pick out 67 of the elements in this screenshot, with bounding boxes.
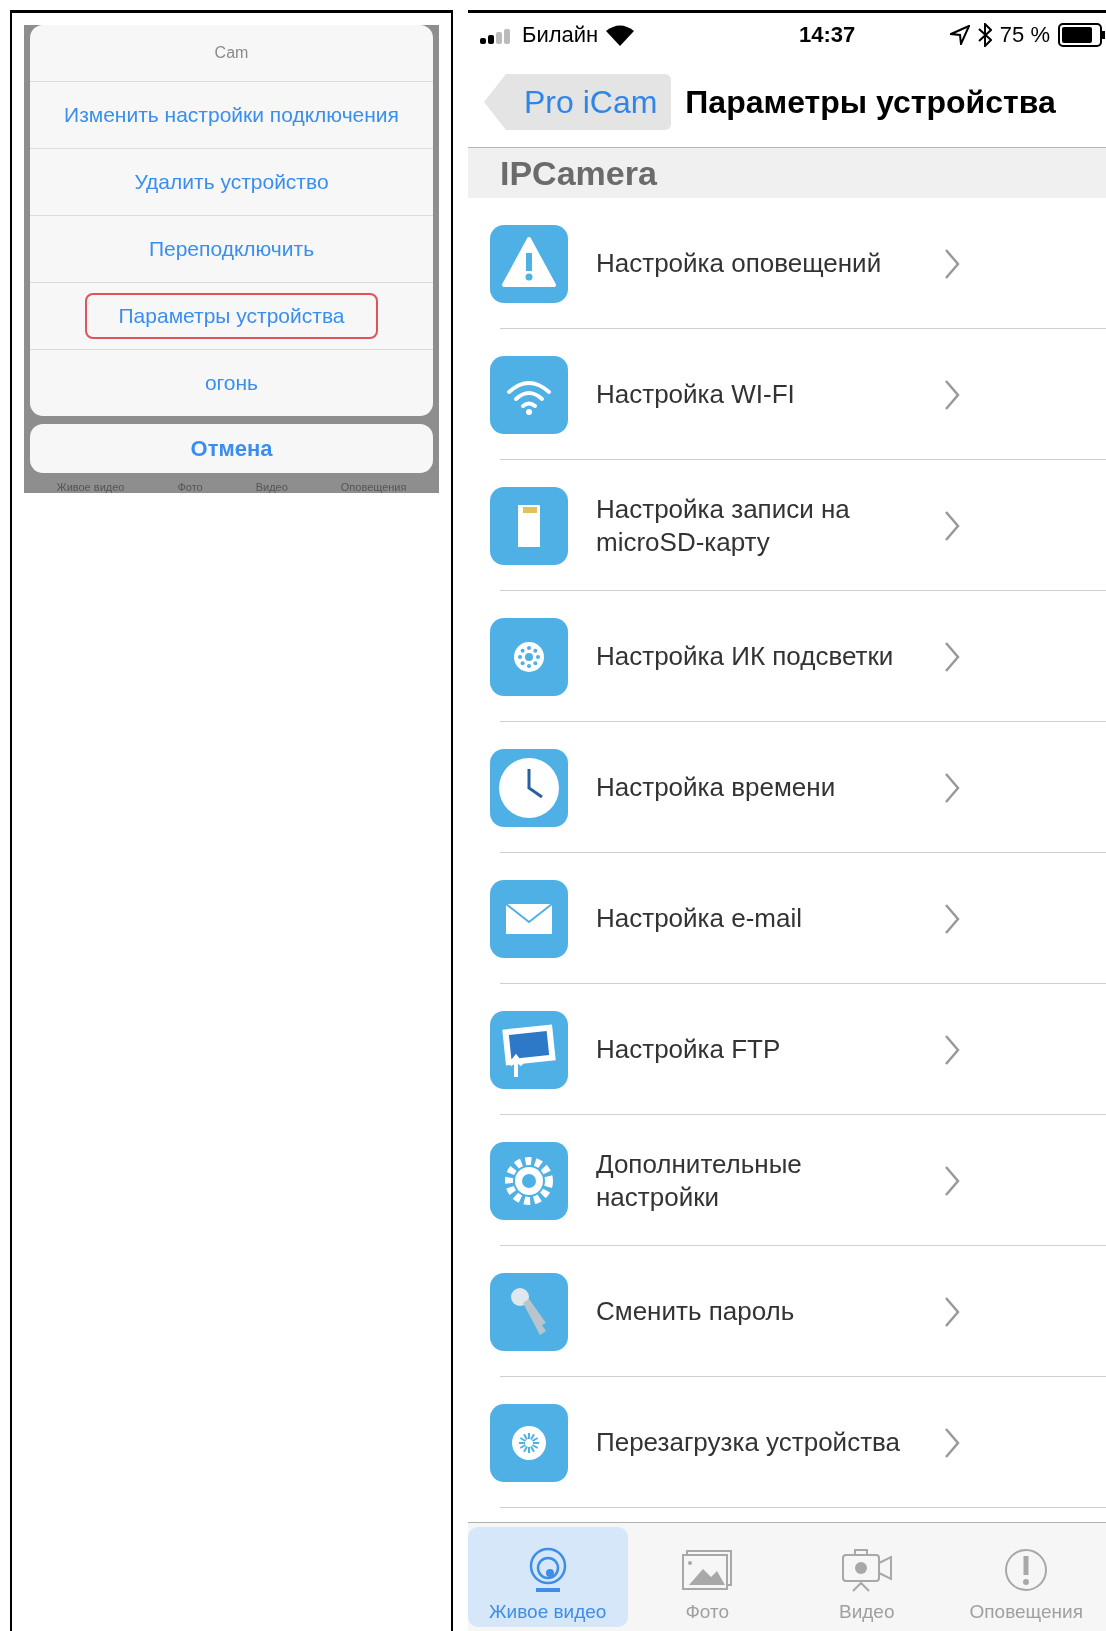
sheet-option[interactable]: Удалить устройство — [100, 159, 363, 205]
chevron-icon — [944, 378, 960, 411]
settings-row[interactable]: Перезагрузка устройства — [468, 1377, 1106, 1508]
tab-label: Фото — [177, 481, 203, 493]
settings-row[interactable]: Сменить пароль — [468, 1246, 1106, 1377]
ir-light-icon — [490, 617, 568, 696]
key-icon — [490, 1272, 568, 1351]
row-label: Настройка оповещений — [596, 247, 883, 280]
row-label: Сменить пароль — [596, 1295, 796, 1328]
chevron-icon — [944, 640, 960, 673]
reload-icon — [490, 1403, 568, 1482]
location-icon — [949, 25, 970, 45]
chevron-icon — [944, 247, 960, 280]
chevron-icon — [944, 1164, 960, 1197]
gear-icon — [490, 1141, 568, 1220]
row-label: Настройка записи на microSD-карту — [596, 493, 851, 558]
row-label: Настройка WI-FI — [596, 378, 796, 411]
settings-row[interactable]: Настройка оповещений — [468, 198, 1106, 329]
wifi-icon — [490, 355, 568, 434]
settings-row[interactable]: Настройка FTP — [468, 984, 1106, 1115]
row-label: Настройка FTP — [596, 1033, 782, 1066]
sheet-option[interactable]: Переподключить — [114, 226, 349, 272]
tab-label: Живое видео — [56, 481, 125, 493]
wifi-icon — [606, 24, 635, 46]
tab-label: Видео — [255, 481, 288, 493]
battery-icon — [1058, 23, 1106, 47]
carrier-name: Билайн — [522, 22, 599, 48]
tab-label: Оповещения — [340, 481, 407, 493]
chevron-icon — [944, 1295, 960, 1328]
chevron-icon — [944, 902, 960, 935]
bluetooth-icon — [977, 23, 992, 47]
row-label: Настройка времени — [596, 771, 837, 804]
tab[interactable]: Фото — [627, 1527, 787, 1627]
clock-icon — [490, 748, 568, 827]
sheet-option[interactable]: Параметры устройства — [84, 293, 379, 339]
settings-row[interactable]: Настройка WI-FI — [468, 329, 1106, 460]
row-label: Дополнительные настройки — [596, 1148, 803, 1213]
sheet-option[interactable]: огонь — [170, 360, 293, 406]
tab[interactable]: Оповещения — [946, 1527, 1106, 1627]
chevron-icon — [944, 771, 960, 804]
settings-row[interactable]: Настройка времени — [468, 722, 1106, 853]
settings-row[interactable]: Настройка e-mail — [468, 853, 1106, 984]
screen-title: Параметры устройства — [685, 83, 1056, 121]
image-icon — [681, 1549, 734, 1593]
back-button[interactable]: Pro iCam — [484, 74, 672, 130]
chevron-icon — [944, 1426, 960, 1459]
envelope-icon — [490, 879, 568, 958]
settings-row[interactable]: Дополнительные настройки — [468, 1115, 1106, 1246]
warning-icon — [490, 224, 568, 303]
tab[interactable]: Живое видео — [468, 1527, 628, 1627]
cancel-button[interactable]: Отмена — [30, 424, 433, 473]
clock-time: 14:37 — [798, 22, 856, 48]
tab[interactable]: Видео — [787, 1527, 947, 1627]
row-label: Перезагрузка устройства — [596, 1426, 902, 1459]
section-title: IPCamera — [500, 153, 657, 193]
chevron-icon — [944, 1033, 960, 1066]
row-label: Настройка e-mail — [596, 902, 803, 935]
sheet-title: Cam — [30, 25, 433, 82]
warning-icon — [1003, 1547, 1050, 1593]
sd-card-icon — [490, 486, 568, 565]
settings-row[interactable]: Настройка ИК подсветки — [468, 591, 1106, 722]
row-label: Настройка ИК подсветки — [596, 640, 895, 673]
sheet-option[interactable]: Изменить настройки подключения — [30, 92, 433, 138]
upload-icon — [490, 1010, 568, 1089]
settings-row[interactable]: Настройка записи на microSD-карту — [468, 460, 1106, 591]
chevron-icon — [944, 509, 960, 542]
battery-percent: 75 % — [999, 22, 1050, 48]
